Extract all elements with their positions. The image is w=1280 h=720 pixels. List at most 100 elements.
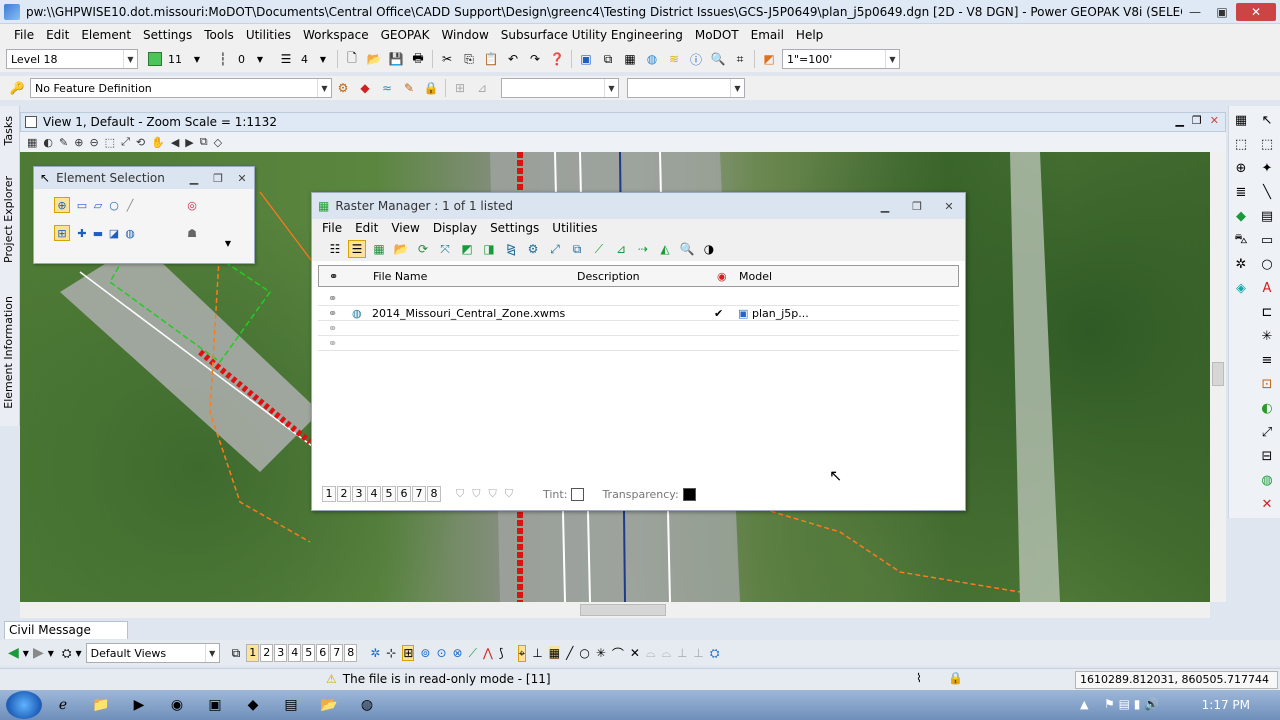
view-attributes-icon[interactable]: ▦ bbox=[27, 136, 37, 149]
cell-icon[interactable]: ✲ bbox=[1233, 256, 1249, 272]
dialog-minimize-icon[interactable]: ▁ bbox=[869, 200, 901, 213]
cross-snap-icon[interactable]: ✕ bbox=[630, 646, 640, 660]
tint-swatch[interactable] bbox=[571, 487, 585, 501]
layers-icon[interactable]: ≣ bbox=[1233, 184, 1249, 200]
info-icon[interactable]: ⓘ bbox=[687, 50, 705, 68]
palette-icon[interactable]: ◐ bbox=[1259, 400, 1275, 416]
snap-settings-icon[interactable]: ⛭ bbox=[710, 646, 720, 661]
zoom-out-icon[interactable]: ⊖ bbox=[89, 136, 98, 149]
view-toggle-5[interactable]: 5 bbox=[382, 486, 396, 502]
col-file-name[interactable]: File Name bbox=[373, 270, 427, 283]
fit-view-icon[interactable]: ⤢ bbox=[121, 135, 130, 149]
display-style-icon[interactable]: ◐ bbox=[43, 136, 53, 149]
select-arrow-icon[interactable]: ↖ bbox=[1259, 112, 1275, 128]
view-previous-icon[interactable]: ◀ bbox=[171, 136, 179, 149]
rotate-view-icon[interactable]: ⟲ bbox=[136, 136, 145, 149]
start-button[interactable] bbox=[6, 691, 42, 719]
add-mode-icon[interactable]: ✚ bbox=[74, 225, 90, 241]
media-icon[interactable]: ▶ bbox=[122, 693, 156, 717]
color-tool-icon[interactable]: ◆ bbox=[356, 79, 374, 97]
manipulate-icon[interactable]: ⤢ bbox=[1259, 424, 1275, 440]
view-toggle-8[interactable]: 8 bbox=[427, 486, 441, 502]
line-style-icon[interactable]: ┆ bbox=[214, 50, 232, 68]
raster-menu-file[interactable]: File bbox=[322, 221, 342, 235]
grid-snap-icon[interactable]: ▦ bbox=[548, 646, 561, 660]
circle-method-icon[interactable]: ○ bbox=[106, 197, 122, 213]
raster-icon[interactable]: ▦ bbox=[621, 50, 639, 68]
folder-icon[interactable]: 📂 bbox=[312, 693, 346, 717]
menu-edit[interactable]: Edit bbox=[40, 28, 75, 42]
tab-project-explorer[interactable]: Project Explorer bbox=[2, 176, 15, 263]
dialog-restore-icon[interactable]: ❐ bbox=[901, 200, 933, 213]
menu-tools[interactable]: Tools bbox=[198, 28, 240, 42]
references-icon[interactable]: ⧉ bbox=[599, 50, 617, 68]
globe-icon[interactable]: ◍ bbox=[643, 50, 661, 68]
edit-tool-icon[interactable]: ✎ bbox=[400, 79, 418, 97]
models-icon[interactable]: ▣ bbox=[577, 50, 595, 68]
base-snap-icon[interactable]: ⊥ bbox=[677, 646, 687, 660]
new-mode-icon[interactable]: ⊞ bbox=[54, 225, 70, 241]
individual-method-icon[interactable]: ⊕ bbox=[54, 197, 70, 213]
view-toggle-7[interactable]: 7 bbox=[412, 486, 426, 502]
color-swatch-icon[interactable] bbox=[148, 52, 162, 66]
world-icon[interactable]: ◍ bbox=[1259, 472, 1275, 488]
attach-icon[interactable]: ▦ bbox=[370, 240, 388, 258]
xy-snap-icon[interactable]: ⌖ bbox=[517, 644, 527, 662]
back-dropdown-icon[interactable]: ▼ bbox=[23, 649, 29, 658]
tasks-icon[interactable]: ⛭ bbox=[62, 646, 72, 661]
raster-menu-display[interactable]: Display bbox=[433, 221, 477, 235]
mirror-icon[interactable]: ⧎ bbox=[502, 240, 520, 258]
vertical-scroll-thumb[interactable] bbox=[1212, 362, 1224, 386]
search-icon[interactable]: 🔍 bbox=[678, 240, 696, 258]
menu-geopak[interactable]: GEOPAK bbox=[375, 28, 436, 42]
delete-icon[interactable]: ✕ bbox=[1259, 496, 1275, 512]
keypoint-snap-icon[interactable]: ⊞ bbox=[402, 645, 415, 661]
panel-close-icon[interactable]: ✕ bbox=[230, 172, 254, 185]
filter-icon[interactable]: ⊿ bbox=[612, 240, 630, 258]
perp-snap-icon[interactable]: ⊥ bbox=[532, 646, 542, 660]
warp-icon[interactable]: ⤢ bbox=[546, 240, 564, 258]
raster-menu-settings[interactable]: Settings bbox=[490, 221, 539, 235]
expand-chevron-icon[interactable]: ▼ bbox=[220, 235, 236, 251]
view-button-1[interactable]: 1 bbox=[246, 644, 260, 662]
forward-dropdown-icon[interactable]: ▼ bbox=[48, 649, 54, 658]
pan-view-icon[interactable]: ✋ bbox=[151, 136, 165, 149]
open-folder-icon[interactable]: 📂 bbox=[365, 50, 383, 68]
scale-icon[interactable]: ◩ bbox=[458, 240, 476, 258]
zoom-in-icon[interactable]: ⊕ bbox=[74, 136, 83, 149]
table-row[interactable]: ⚭ bbox=[318, 321, 959, 336]
circle-icon[interactable]: ○ bbox=[1259, 256, 1275, 272]
arc-snap-icon[interactable]: ⌓ bbox=[646, 646, 656, 661]
tray-arrow-icon[interactable]: ▲ bbox=[1080, 698, 1088, 711]
mesh-icon[interactable]: ◈ bbox=[1233, 280, 1249, 296]
cursor-icon[interactable]: ☗ bbox=[184, 225, 200, 241]
col-model[interactable]: Model bbox=[739, 270, 772, 283]
tab-element-information[interactable]: Element Information bbox=[2, 296, 15, 409]
view-restore-icon[interactable]: ❐ bbox=[1192, 114, 1202, 127]
mosaic-icon[interactable]: ⟋ bbox=[590, 240, 608, 258]
menu-email[interactable]: Email bbox=[745, 28, 790, 42]
app3-icon[interactable]: ◍ bbox=[350, 693, 384, 717]
minimize-button[interactable]: — bbox=[1182, 3, 1208, 21]
line-method-icon[interactable]: ╱ bbox=[122, 197, 138, 213]
grid-icon[interactable]: ▦ bbox=[1233, 112, 1249, 128]
arc2-snap-icon[interactable]: ⌓ bbox=[661, 646, 671, 661]
level-manager-icon[interactable]: ≋ bbox=[665, 50, 683, 68]
transform-icon[interactable]: ⇢ bbox=[634, 240, 652, 258]
vertical-scrollbar[interactable] bbox=[1210, 152, 1226, 602]
lock-icon[interactable]: 🔒 bbox=[422, 79, 440, 97]
paste-icon[interactable]: 📋 bbox=[482, 50, 500, 68]
lock-status-icon[interactable]: 🔒 bbox=[948, 671, 963, 685]
panel-minimize-icon[interactable]: ▁ bbox=[182, 172, 206, 185]
menu-settings[interactable]: Settings bbox=[137, 28, 198, 42]
block-method-icon[interactable]: ▭ bbox=[74, 197, 90, 213]
default-views-dropdown[interactable]: Default Views ▼ bbox=[85, 643, 220, 663]
view-groups-icon[interactable]: ⧉ bbox=[232, 646, 241, 661]
tag-icon[interactable]: ⊡ bbox=[1259, 376, 1275, 392]
redo-icon[interactable]: ↷ bbox=[526, 50, 544, 68]
base2-snap-icon[interactable]: ⊥ bbox=[693, 646, 703, 660]
tangent-snap-icon[interactable]: ⟋ bbox=[469, 646, 477, 661]
snap-icon[interactable]: ⌗ bbox=[731, 50, 749, 68]
select-all-icon[interactable]: ◎ bbox=[184, 197, 200, 213]
tray-icons[interactable]: ⚑ ▤ ▮ 🔊 bbox=[1104, 697, 1159, 711]
